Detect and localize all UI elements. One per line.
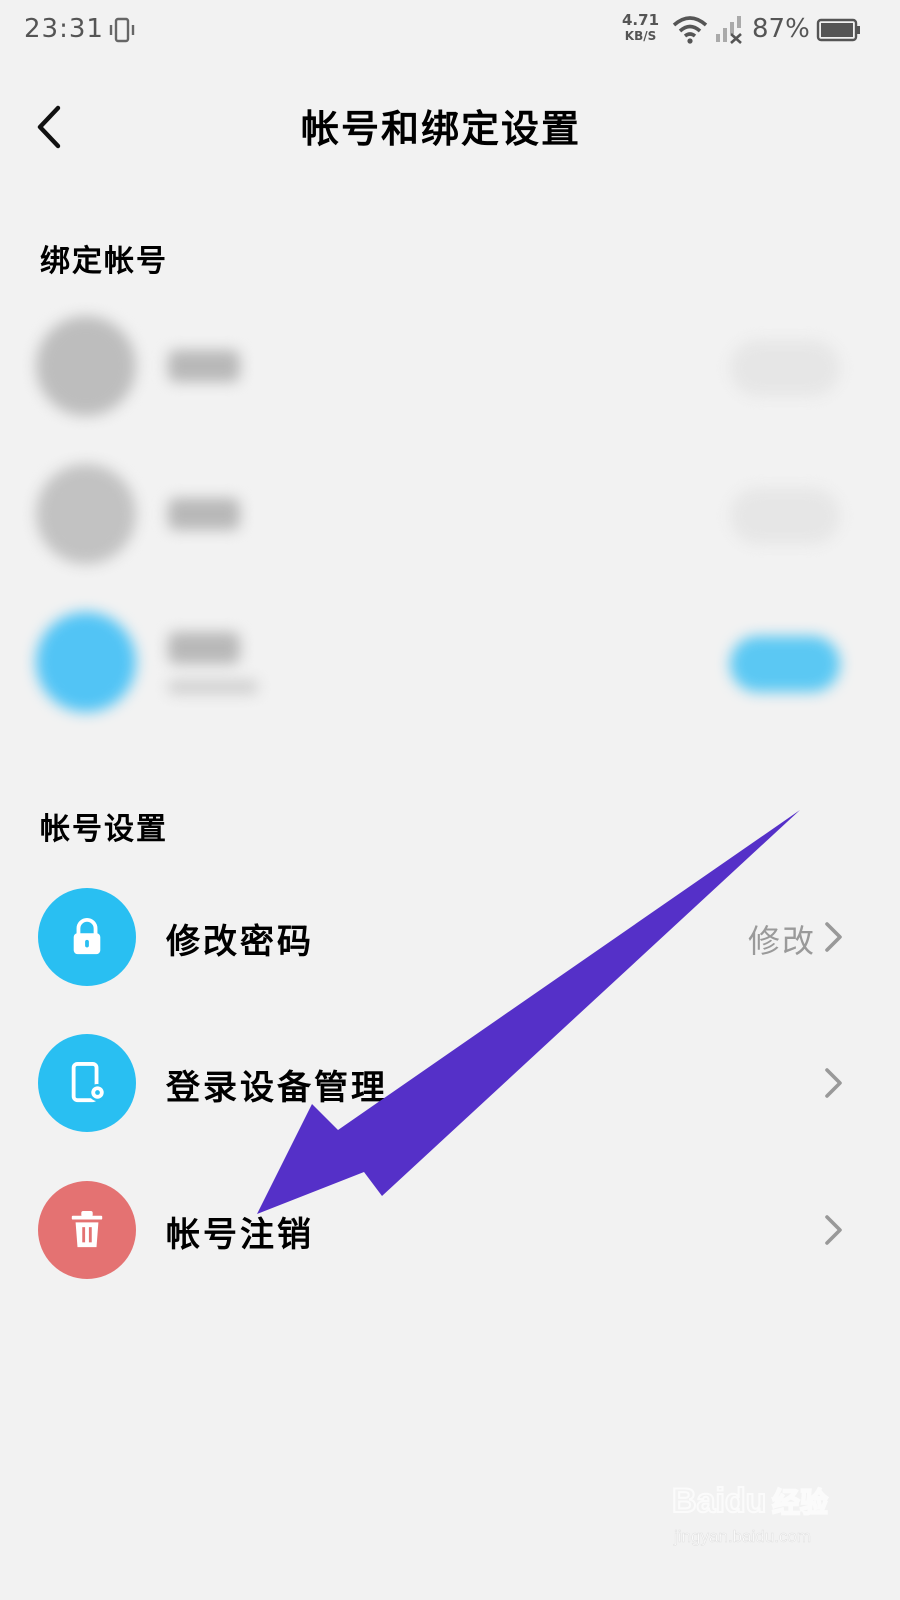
chevron-right-icon (825, 1068, 842, 1098)
lock-icon (38, 888, 136, 986)
chevron-right-icon (825, 1215, 842, 1245)
settings-row-device-management[interactable]: 登录设备管理 (0, 1028, 882, 1138)
device-settings-icon (38, 1034, 136, 1132)
watermark-brand: Baidu (672, 1482, 766, 1520)
network-speed: 4.71 KB/S (622, 12, 659, 44)
account-avatar (36, 612, 136, 712)
signal-icon (716, 16, 742, 44)
baidu-jingyan-watermark: Baidu 经验 jingyan.baidu.com (671, 1468, 842, 1558)
status-time: 23:31 (24, 14, 104, 44)
section-title-bound-accounts: 绑定帐号 (40, 244, 168, 279)
vibrate-icon (109, 17, 135, 43)
bound-account-row[interactable] (0, 300, 882, 430)
network-speed-unit: KB/S (624, 29, 657, 43)
setting-label: 修改密码 (166, 922, 314, 962)
page-title: 帐号和绑定设置 (300, 106, 581, 151)
account-subtitle (168, 680, 258, 694)
bind-toggle[interactable] (730, 636, 840, 692)
bound-account-row[interactable] (0, 596, 882, 726)
network-speed-value: 4.71 (622, 11, 660, 29)
account-avatar (36, 464, 136, 564)
wifi-icon (672, 16, 708, 44)
settings-row-delete-account[interactable]: 帐号注销 (0, 1175, 882, 1285)
bind-toggle[interactable] (730, 488, 840, 544)
watermark-brand-cn: 经验 (772, 1486, 828, 1519)
setting-value: 修改 (747, 922, 816, 960)
battery-percent: 87% (752, 14, 810, 44)
battery-icon (816, 18, 860, 42)
setting-label: 帐号注销 (166, 1215, 314, 1255)
account-name (168, 498, 240, 530)
account-name (168, 350, 240, 382)
bound-account-row[interactable] (0, 448, 882, 578)
trash-icon (38, 1181, 136, 1279)
chevron-right-icon (825, 922, 842, 952)
watermark-url: jingyan.baidu.com (673, 1527, 811, 1546)
settings-row-change-password[interactable]: 修改密码 修改 (0, 882, 882, 992)
bind-toggle[interactable] (730, 340, 840, 396)
status-bar: 23:31 4.71 KB/S 87% (0, 0, 882, 64)
account-avatar (36, 316, 136, 416)
account-name (168, 632, 240, 664)
section-title-account-settings: 帐号设置 (40, 812, 168, 847)
setting-label: 登录设备管理 (166, 1068, 388, 1108)
